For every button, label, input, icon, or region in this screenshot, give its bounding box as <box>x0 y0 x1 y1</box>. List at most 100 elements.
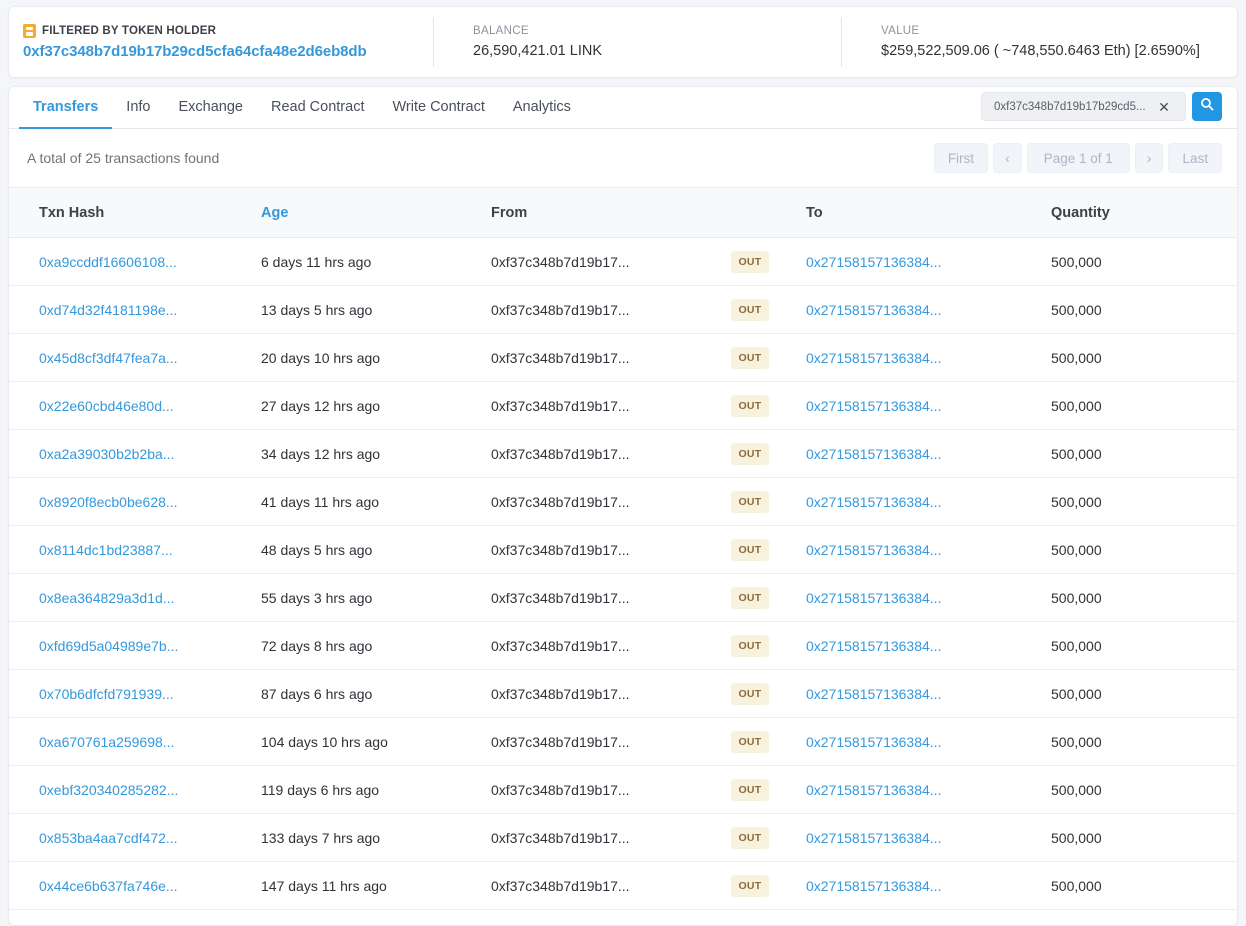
txn-hash-link[interactable]: 0x8ea364829a3d1d... <box>39 590 174 606</box>
cell-to: 0x27158157136384... <box>806 765 1051 814</box>
pagination-last-button[interactable]: Last <box>1168 143 1222 173</box>
balance-value: 26,590,421.01 LINK <box>473 43 602 59</box>
column-header-txn-hash: Txn Hash <box>9 187 261 238</box>
cell-from: 0xf37c348b7d19b17... <box>491 381 731 430</box>
table-row: 0x8ea364829a3d1d... 55 days 3 hrs ago 0xf3… <box>9 573 1237 622</box>
cell-age: 119 days 6 hrs ago <box>261 765 491 814</box>
cell-direction: OUT <box>731 429 806 478</box>
to-address-link[interactable]: 0x27158157136384... <box>806 878 941 894</box>
txn-hash-link[interactable]: 0xa670761a259698... <box>39 734 174 750</box>
value-label: VALUE <box>881 25 920 37</box>
cell-txn-hash: 0xa670761a259698... <box>9 717 261 766</box>
to-address-link[interactable]: 0x27158157136384... <box>806 446 941 462</box>
cell-from: 0xf37c348b7d19b17... <box>491 861 731 910</box>
tab-read-contract[interactable]: Read Contract <box>257 87 379 128</box>
cell-age: 55 days 3 hrs ago <box>261 573 491 622</box>
cell-age: 27 days 12 hrs ago <box>261 381 491 430</box>
cell-from: 0xf37c348b7d19b17... <box>491 477 731 526</box>
to-address-link[interactable]: 0x27158157136384... <box>806 638 941 654</box>
tab-transfers[interactable]: Transfers <box>19 87 113 129</box>
cell-from: 0xf37c348b7d19b17... <box>491 237 731 286</box>
pagination-first-button[interactable]: First <box>933 143 989 173</box>
cell-age: 104 days 10 hrs ago <box>261 717 491 766</box>
txn-hash-link[interactable]: 0x853ba4aa7cdf472... <box>39 830 178 846</box>
direction-badge: OUT <box>731 778 769 801</box>
txn-hash-link[interactable]: 0x8114dc1bd23887... <box>39 542 173 558</box>
to-address-link[interactable]: 0x27158157136384... <box>806 734 941 750</box>
txn-hash-link[interactable]: 0x44ce6b637fa746e... <box>39 878 178 894</box>
cell-direction: OUT <box>731 573 806 622</box>
cell-age: 20 days 10 hrs ago <box>261 333 491 382</box>
search-box[interactable]: ✕ <box>981 92 1186 121</box>
cell-age: 34 days 12 hrs ago <box>261 429 491 478</box>
txn-hash-link[interactable]: 0x8920f8ecb0be628... <box>39 494 178 510</box>
direction-badge: OUT <box>731 874 769 897</box>
cell-from: 0xf37c348b7d19b17... <box>491 669 731 718</box>
search-button[interactable] <box>1192 92 1222 121</box>
txn-hash-link[interactable]: 0xa9ccddf16606108... <box>39 254 177 270</box>
txn-hash-link[interactable]: 0x22e60cbd46e80d... <box>39 398 174 414</box>
direction-badge: OUT <box>731 586 769 609</box>
tab-write-contract[interactable]: Write Contract <box>378 87 498 128</box>
column-header-age[interactable]: Age <box>261 187 491 238</box>
tab-exchange[interactable]: Exchange <box>164 87 257 128</box>
to-address-link[interactable]: 0x27158157136384... <box>806 590 941 606</box>
filtered-token-holder-address[interactable]: 0xf37c348b7d19b17b29cd5cfa64cfa48e2d6eb8… <box>23 43 433 60</box>
tab-info[interactable]: Info <box>112 87 164 128</box>
direction-badge: OUT <box>731 394 769 417</box>
to-address-link[interactable]: 0x27158157136384... <box>806 686 941 702</box>
table-row: 0xebf320340285282... 119 days 6 hrs ago 0x… <box>9 765 1237 814</box>
cell-from: 0xf37c348b7d19b17... <box>491 621 731 670</box>
table-header-row: Txn Hash Age From To Quantity <box>9 187 1237 238</box>
tab-analytics[interactable]: Analytics <box>499 87 585 128</box>
to-address-link[interactable]: 0x27158157136384... <box>806 254 941 270</box>
search-icon <box>1200 97 1214 116</box>
cell-quantity: 500,000 <box>1051 717 1237 766</box>
txn-hash-link[interactable]: 0x70b6dfcfd791939... <box>39 686 174 702</box>
to-address-link[interactable]: 0x27158157136384... <box>806 494 941 510</box>
txn-hash-link[interactable]: 0xa2a39030b2b2ba... <box>39 446 174 462</box>
to-address-link[interactable]: 0x27158157136384... <box>806 398 941 414</box>
to-address-link[interactable]: 0x27158157136384... <box>806 302 941 318</box>
cell-to: 0x27158157136384... <box>806 573 1051 622</box>
cell-direction: OUT <box>731 525 806 574</box>
to-address-link[interactable]: 0x27158157136384... <box>806 542 941 558</box>
cell-from: 0xf37c348b7d19b17... <box>491 717 731 766</box>
cell-direction: OUT <box>731 333 806 382</box>
cell-txn-hash: 0x45d8cf3df47fea7a... <box>9 333 261 382</box>
direction-badge: OUT <box>731 634 769 657</box>
cell-quantity: 500,000 <box>1051 237 1237 286</box>
token-holder-summary-card: FILTERED BY TOKEN HOLDER 0xf37c348b7d19b… <box>8 6 1238 78</box>
table-row: 0x8920f8ecb0be628... 41 days 11 hrs ago 0x… <box>9 477 1237 526</box>
to-address-link[interactable]: 0x27158157136384... <box>806 350 941 366</box>
cell-quantity: 500,000 <box>1051 525 1237 574</box>
cell-to: 0x27158157136384... <box>806 717 1051 766</box>
cell-age: 72 days 8 hrs ago <box>261 621 491 670</box>
cell-quantity: 500,000 <box>1051 621 1237 670</box>
cell-txn-hash: 0x8114dc1bd23887... <box>9 525 261 574</box>
cell-to: 0x27158157136384... <box>806 285 1051 334</box>
pagination-prev-button[interactable]: ‹ <box>993 143 1022 173</box>
search-input[interactable] <box>992 99 1152 114</box>
txn-hash-link[interactable]: 0xd74d32f4181198e... <box>39 302 177 318</box>
cell-from: 0xf37c348b7d19b17... <box>491 333 731 382</box>
to-address-link[interactable]: 0x27158157136384... <box>806 782 941 798</box>
direction-badge: OUT <box>731 682 769 705</box>
table-row: 0xa670761a259698... 104 days 10 hrs ago 0x… <box>9 717 1237 766</box>
direction-badge: OUT <box>731 730 769 753</box>
cell-age: 87 days 6 hrs ago <box>261 669 491 718</box>
cell-from: 0xf37c348b7d19b17... <box>491 429 731 478</box>
value-section: VALUE $259,522,509.06 ( ~748,550.6463 Et… <box>841 7 1237 77</box>
table-row: 0xd74d32f4181198e... 13 days 5 hrs ago 0xf… <box>9 285 1237 334</box>
cell-to: 0x27158157136384... <box>806 381 1051 430</box>
cell-to: 0x27158157136384... <box>806 477 1051 526</box>
close-icon[interactable]: ✕ <box>1152 95 1176 119</box>
cell-txn-hash: 0xa9ccddf16606108... <box>9 237 261 286</box>
txn-hash-link[interactable]: 0xebf320340285282... <box>39 782 178 798</box>
pagination-next-button[interactable]: › <box>1134 143 1164 173</box>
to-address-link[interactable]: 0x27158157136384... <box>806 830 941 846</box>
cell-to: 0x27158157136384... <box>806 813 1051 862</box>
txn-hash-link[interactable]: 0x45d8cf3df47fea7a... <box>39 350 178 366</box>
cell-to: 0x27158157136384... <box>806 237 1051 286</box>
txn-hash-link[interactable]: 0xfd69d5a04989e7b... <box>39 638 178 654</box>
